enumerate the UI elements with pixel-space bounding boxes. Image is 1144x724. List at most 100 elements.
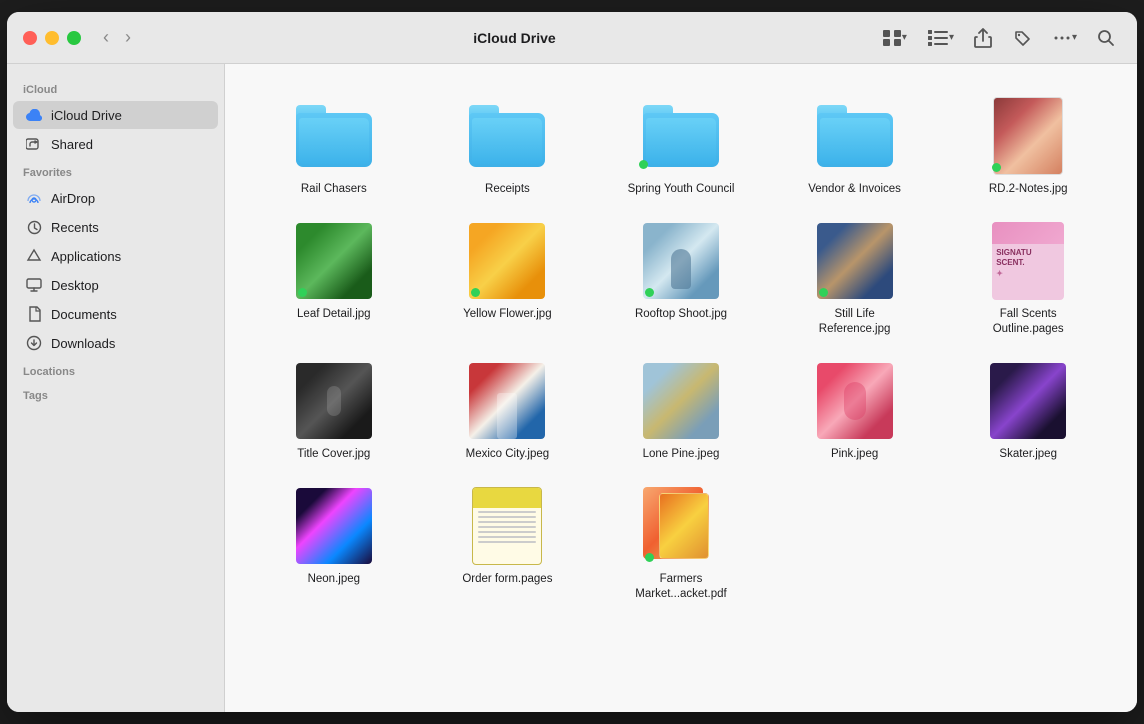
file-item-rail-chasers[interactable]: Rail Chasers [249, 88, 419, 205]
sidebar-label-shared: Shared [51, 137, 93, 152]
tag-button[interactable] [1006, 24, 1038, 52]
file-name-spring-youth-council: Spring Youth Council [628, 182, 735, 197]
file-thumb-lone-pine [641, 361, 721, 441]
file-thumb-leaf-detail [294, 221, 374, 301]
file-thumb-order-form [467, 486, 547, 566]
sidebar-section-tags: Tags [7, 382, 224, 406]
titlebar: ‹ › iCloud Drive ▾ [7, 12, 1137, 64]
file-thumb-fall-scents: SIGNATUSCENT.✦ [988, 221, 1068, 301]
sidebar-item-documents[interactable]: Documents [13, 300, 218, 328]
clock-icon [25, 218, 43, 236]
window-title: iCloud Drive [153, 30, 876, 46]
file-thumb-rooftop-shoot [641, 221, 721, 301]
content-area: Rail Chasers Receipts [225, 64, 1137, 712]
sidebar-label-applications: Applications [51, 249, 121, 264]
sidebar-item-downloads[interactable]: Downloads [13, 329, 218, 357]
cloud-icon [25, 106, 43, 124]
file-thumb-receipts [467, 96, 547, 176]
file-name-mexico-city: Mexico City.jpeg [466, 447, 550, 462]
sidebar-section-icloud: iCloud [7, 76, 224, 100]
file-thumb-vendor-invoices [815, 96, 895, 176]
search-button[interactable] [1091, 25, 1121, 51]
file-item-vendor-invoices[interactable]: Vendor & Invoices [770, 88, 940, 205]
forward-button[interactable]: › [119, 25, 137, 50]
file-item-order-form[interactable]: Order form.pages [423, 478, 593, 610]
back-button[interactable]: ‹ [97, 25, 115, 50]
file-thumb-mexico-city [467, 361, 547, 441]
file-thumb-still-life [815, 221, 895, 301]
file-name-receipts: Receipts [485, 182, 530, 197]
file-thumb-yellow-flower [467, 221, 547, 301]
sidebar-item-icloud-drive[interactable]: iCloud Drive [13, 101, 218, 129]
nav-arrows: ‹ › [97, 25, 137, 50]
list-view-button[interactable]: ▾ [921, 25, 960, 51]
apps-icon [25, 247, 43, 265]
file-item-yellow-flower[interactable]: Yellow Flower.jpg [423, 213, 593, 345]
sidebar-item-airdrop[interactable]: AirDrop [13, 184, 218, 212]
file-item-rd2-notes[interactable]: RD.2-Notes.jpg [943, 88, 1113, 205]
sidebar-label-airdrop: AirDrop [51, 191, 95, 206]
main-container: iCloud iCloud Drive [7, 64, 1137, 712]
file-thumb-spring-youth-council [641, 96, 721, 176]
sidebar-item-desktop[interactable]: Desktop [13, 271, 218, 299]
sidebar-label-downloads: Downloads [51, 336, 115, 351]
shared-icon [25, 135, 43, 153]
close-button[interactable] [23, 31, 37, 45]
sidebar-section-locations: Locations [7, 358, 224, 382]
file-item-lone-pine[interactable]: Lone Pine.jpeg [596, 353, 766, 470]
file-name-pink: Pink.jpeg [831, 447, 878, 462]
maximize-button[interactable] [67, 31, 81, 45]
file-item-fall-scents[interactable]: SIGNATUSCENT.✦ Fall Scents Outline.pages [943, 213, 1113, 345]
file-name-rail-chasers: Rail Chasers [301, 182, 367, 197]
sidebar-item-shared[interactable]: Shared [13, 130, 218, 158]
toolbar-right: ▾ ▾ [876, 24, 1121, 52]
file-thumb-title-cover [294, 361, 374, 441]
file-name-leaf-detail: Leaf Detail.jpg [297, 307, 371, 322]
file-name-rooftop-shoot: Rooftop Shoot.jpg [635, 307, 727, 322]
file-name-order-form: Order form.pages [462, 572, 552, 587]
file-item-skater[interactable]: Skater.jpeg [943, 353, 1113, 470]
file-item-receipts[interactable]: Receipts [423, 88, 593, 205]
sidebar-item-applications[interactable]: Applications [13, 242, 218, 270]
sidebar-item-recents[interactable]: Recents [13, 213, 218, 241]
file-thumb-farmers-market [641, 486, 721, 566]
sidebar-label-desktop: Desktop [51, 278, 99, 293]
file-grid: Rail Chasers Receipts [249, 88, 1113, 610]
file-item-mexico-city[interactable]: Mexico City.jpeg [423, 353, 593, 470]
file-thumb-rd2-notes [988, 96, 1068, 176]
file-thumb-neon [294, 486, 374, 566]
sidebar-label-icloud-drive: iCloud Drive [51, 108, 122, 123]
file-item-farmers-market[interactable]: Farmers Market...acket.pdf [596, 478, 766, 610]
file-name-title-cover: Title Cover.jpg [297, 447, 370, 462]
traffic-lights [23, 31, 81, 45]
file-item-still-life[interactable]: Still Life Reference.jpg [770, 213, 940, 345]
finder-window: ‹ › iCloud Drive ▾ [7, 12, 1137, 712]
file-name-farmers-market: Farmers Market...acket.pdf [626, 572, 736, 602]
airdrop-icon [25, 189, 43, 207]
sidebar: iCloud iCloud Drive [7, 64, 225, 712]
doc-icon [25, 305, 43, 323]
file-item-pink[interactable]: Pink.jpeg [770, 353, 940, 470]
file-name-skater: Skater.jpeg [999, 447, 1057, 462]
file-item-rooftop-shoot[interactable]: Rooftop Shoot.jpg [596, 213, 766, 345]
downloads-icon [25, 334, 43, 352]
file-item-leaf-detail[interactable]: Leaf Detail.jpg [249, 213, 419, 345]
desktop-icon [25, 276, 43, 294]
file-name-yellow-flower: Yellow Flower.jpg [463, 307, 551, 322]
file-name-still-life: Still Life Reference.jpg [800, 307, 910, 337]
file-name-fall-scents: Fall Scents Outline.pages [973, 307, 1083, 337]
file-name-vendor-invoices: Vendor & Invoices [808, 182, 901, 197]
icon-view-button[interactable]: ▾ [876, 25, 913, 51]
minimize-button[interactable] [45, 31, 59, 45]
file-item-title-cover[interactable]: Title Cover.jpg [249, 353, 419, 470]
sidebar-label-recents: Recents [51, 220, 99, 235]
file-name-neon: Neon.jpeg [308, 572, 360, 587]
file-name-lone-pine: Lone Pine.jpeg [643, 447, 720, 462]
file-item-neon[interactable]: Neon.jpeg [249, 478, 419, 610]
more-button[interactable]: ▾ [1046, 24, 1083, 52]
file-thumb-pink [815, 361, 895, 441]
file-item-spring-youth-council[interactable]: Spring Youth Council [596, 88, 766, 205]
file-thumb-rail-chasers [294, 96, 374, 176]
share-button[interactable] [968, 24, 998, 52]
sidebar-section-favorites: Favorites [7, 159, 224, 183]
